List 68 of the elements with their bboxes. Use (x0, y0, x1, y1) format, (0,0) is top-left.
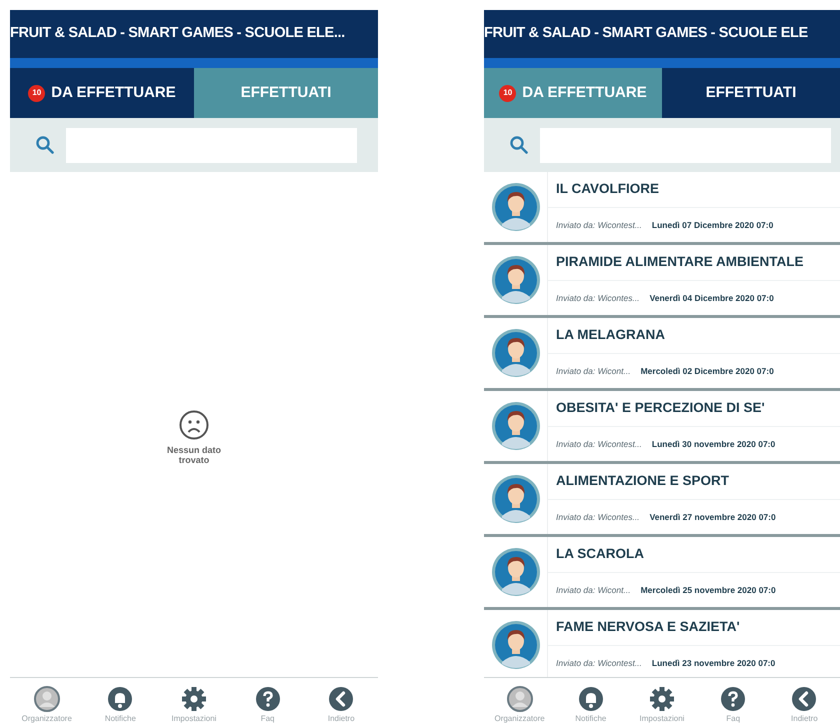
message-title: IL CAVOLFIORE (556, 180, 660, 198)
nav-label[interactable]: Faq (726, 713, 740, 725)
back-icon[interactable] (328, 686, 354, 712)
message-title: LA SCAROLA (556, 545, 644, 564)
avatar-icon (490, 255, 540, 305)
sender-text: Inviato da: Wicontes... (556, 510, 640, 524)
sender-text: Inviato da: Wicontest... (556, 218, 642, 232)
message-row[interactable]: LA SCAROLA Inviato da: Wicont... Mercoledì 25 novembre 2020 07:0 (484, 537, 840, 610)
empty-message: Nessun dato trovato (166, 445, 222, 465)
message-title: FAME NERVOSA E SAZIETA' (556, 618, 740, 636)
nav-label[interactable]: Impostazioni (172, 713, 216, 725)
avatar-icon (490, 474, 540, 524)
search-icon[interactable] (36, 136, 54, 154)
date-text: Venerdì 27 novembre 2020 07:0 (650, 510, 776, 524)
sender-text: Inviato da: Wicontest... (556, 656, 642, 670)
message-row[interactable]: IL CAVOLFIORE Inviato da: Wicontest... Lunedì 07 Dicembre 2020 07:0 (484, 172, 840, 245)
date-text: Mercoledì 25 novembre 2020 07:0 (640, 584, 776, 596)
tab[interactable]: 10 DA EFFETTUARE (484, 68, 662, 118)
count-badge: 10 (28, 84, 46, 102)
count-badge: 10 (499, 84, 516, 102)
settings-icon[interactable] (648, 686, 675, 712)
screen-title: FRUIT & SALAD - SMART GAMES - SCUOLE ELE (484, 24, 808, 44)
sad-face-icon (179, 410, 209, 440)
sender-text: Inviato da: Wicont... (556, 364, 631, 378)
date-text: Venerdì 04 Dicembre 2020 07:0 (650, 292, 774, 304)
nav-label[interactable]: Indietro (328, 713, 355, 725)
screen-title: FRUIT & SALAD - SMART GAMES - SCUOLE ELE... (10, 24, 345, 44)
nav-label[interactable]: Indietro (791, 713, 818, 725)
date-text: Lunedì 30 novembre 2020 07:0 (652, 438, 776, 450)
help-icon[interactable] (254, 686, 281, 712)
nav-label[interactable]: Notifiche (104, 713, 136, 725)
profile-icon[interactable] (506, 686, 533, 712)
tab[interactable]: 10 DA EFFETTUARE (10, 68, 194, 118)
message-row[interactable]: LA MELAGRANA Inviato da: Wicont... Mercoledì 02 Dicembre 2020 07:0 (484, 318, 840, 391)
sender-text: Inviato da: Wicontes... (556, 292, 640, 304)
sender-text: Inviato da: Wicontest... (556, 438, 642, 450)
help-icon[interactable] (720, 686, 746, 712)
bell-icon[interactable] (107, 686, 134, 712)
nav-label[interactable]: Impostazioni (640, 713, 684, 725)
message-row[interactable]: ALIMENTAZIONE E SPORT Inviato da: Wicontes... Venerdì 27 novembre 2020 07:0 (484, 464, 840, 537)
avatar-icon (490, 401, 540, 451)
avatar-icon (490, 328, 540, 378)
search-icon[interactable] (510, 136, 528, 154)
date-text: Lunedì 07 Dicembre 2020 07:0 (652, 218, 774, 232)
settings-icon[interactable] (180, 686, 207, 712)
back-icon[interactable] (791, 686, 818, 712)
avatar-icon (490, 547, 540, 597)
sender-text: Inviato da: Wicont... (556, 584, 631, 596)
nav-label[interactable]: Faq (260, 713, 274, 725)
search-field[interactable] (540, 128, 831, 162)
tab[interactable]: EFFETTUATI (662, 68, 840, 118)
nav-label[interactable]: Notifiche (575, 713, 606, 725)
message-title: ALIMENTAZIONE E SPORT (556, 472, 730, 490)
message-title: PIRAMIDE ALIMENTARE AMBIENTALE (556, 253, 804, 272)
profile-icon[interactable] (34, 686, 60, 712)
nav-label[interactable]: Organizzatore (494, 713, 545, 725)
nav-label[interactable]: Organizzatore (22, 713, 72, 725)
date-text: Mercoledì 02 Dicembre 2020 07:0 (640, 364, 774, 378)
tab[interactable]: EFFETTUATI (194, 68, 378, 118)
message-title: OBESITA' E PERCEZIONE DI SE' (556, 399, 765, 418)
message-title: LA MELAGRANA (556, 326, 665, 344)
message-row[interactable]: OBESITA' E PERCEZIONE DI SE' Inviato da: Wicontest... Lunedì 30 novembre 2020 07:0 (484, 391, 840, 464)
avatar-icon (490, 620, 540, 670)
message-row[interactable]: PIRAMIDE ALIMENTARE AMBIENTALE Inviato da: Wicontes... Venerdì 04 Dicembre 2020 07:0 (484, 245, 840, 318)
avatar-icon (490, 182, 540, 232)
search-field[interactable] (66, 128, 357, 162)
date-text: Lunedì 23 novembre 2020 07:0 (652, 656, 776, 670)
bell-icon[interactable] (578, 686, 604, 712)
